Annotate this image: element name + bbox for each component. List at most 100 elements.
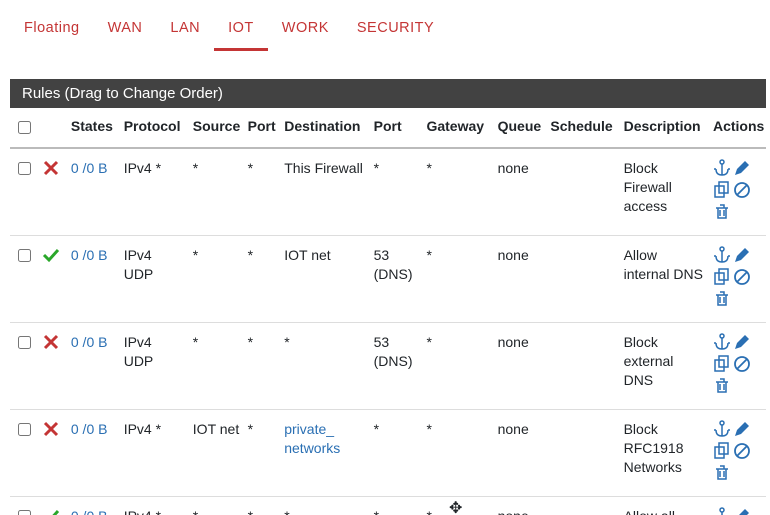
copy-icon[interactable] [713, 268, 731, 288]
status-cell [38, 410, 66, 497]
queue-cell: none [494, 323, 547, 410]
rules-panel-header: Rules (Drag to Change Order) [10, 79, 766, 108]
actions-cell [709, 323, 766, 410]
table-row[interactable]: 0 /0 BIPv4 *IOT net*private_ networks**n… [10, 410, 766, 497]
port2-cell: 53 (DNS) [370, 236, 423, 323]
states-link[interactable]: 0 /0 B [71, 421, 108, 437]
copy-icon[interactable] [713, 355, 731, 375]
status-cell [38, 236, 66, 323]
gateway-cell: * [422, 148, 493, 236]
queue-cell: none [494, 236, 547, 323]
gateway-cell: * [422, 410, 493, 497]
description-cell: Allow internal DNS [620, 236, 709, 323]
disable-icon[interactable] [733, 268, 751, 288]
anchor-icon[interactable] [713, 246, 731, 266]
table-row[interactable]: 0 /0 BIPv4 ******noneAllow all traffic [10, 497, 766, 515]
trash-icon[interactable] [713, 203, 731, 223]
protocol-cell: IPv4 * [120, 497, 189, 515]
anchor-icon[interactable] [713, 333, 731, 353]
schedule-cell [546, 323, 619, 410]
row-checkbox[interactable] [18, 510, 31, 515]
states-link[interactable]: 0 /0 B [71, 160, 108, 176]
description-cell: Block Firewall access [620, 148, 709, 236]
tab-wan[interactable]: WAN [94, 10, 157, 51]
anchor-icon[interactable] [713, 159, 731, 179]
pencil-icon[interactable] [733, 420, 751, 440]
states-header: States [67, 108, 120, 148]
schedule-cell [546, 148, 619, 236]
pencil-icon[interactable] [733, 246, 751, 266]
tab-floating[interactable]: Floating [10, 10, 94, 51]
actions-cell [709, 148, 766, 236]
table-row[interactable]: 0 /0 BIPv4 ***This Firewall**noneBlock F… [10, 148, 766, 236]
status-cell [38, 497, 66, 515]
destination-link[interactable]: private_ networks [284, 421, 340, 456]
table-row[interactable]: 0 /0 BIPv4 UDP***53 (DNS)*noneBlock exte… [10, 323, 766, 410]
destination-cell: private_ networks [280, 410, 369, 497]
source-cell: * [189, 497, 244, 515]
row-checkbox-cell [10, 148, 38, 236]
states-cell: 0 /0 B [67, 236, 120, 323]
disable-icon[interactable] [733, 181, 751, 201]
states-cell: 0 /0 B [67, 410, 120, 497]
protocol-cell: IPv4 UDP [120, 323, 189, 410]
row-checkbox[interactable] [18, 162, 31, 175]
tab-lan[interactable]: LAN [156, 10, 214, 51]
source-header: Source [189, 108, 244, 148]
trash-icon[interactable] [713, 464, 731, 484]
row-checkbox[interactable] [18, 249, 31, 262]
row-checkbox[interactable] [18, 423, 31, 436]
copy-icon[interactable] [713, 442, 731, 462]
gateway-header: Gateway [422, 108, 493, 148]
queue-cell: none [494, 410, 547, 497]
states-link[interactable]: 0 /0 B [71, 247, 108, 263]
anchor-icon[interactable] [713, 507, 731, 515]
port1-cell: * [244, 323, 281, 410]
tab-work[interactable]: WORK [268, 10, 343, 51]
destination-header: Destination [280, 108, 369, 148]
queue-header: Queue [494, 108, 547, 148]
trash-icon[interactable] [713, 377, 731, 397]
x-icon [42, 338, 60, 354]
trash-icon[interactable] [713, 290, 731, 310]
disable-icon[interactable] [733, 355, 751, 375]
pencil-icon[interactable] [733, 159, 751, 179]
rules-table: States Protocol Source Port Destination … [10, 108, 766, 515]
protocol-cell: IPv4 * [120, 148, 189, 236]
description-cell: Allow all traffic [620, 497, 709, 515]
row-checkbox-cell [10, 323, 38, 410]
queue-cell: none [494, 148, 547, 236]
schedule-cell [546, 236, 619, 323]
select-all-checkbox[interactable] [18, 121, 31, 134]
states-cell: 0 /0 B [67, 148, 120, 236]
states-link[interactable]: 0 /0 B [71, 508, 108, 515]
port2-cell: 53 (DNS) [370, 323, 423, 410]
status-header [38, 108, 66, 148]
anchor-icon[interactable] [713, 420, 731, 440]
actions-cell [709, 236, 766, 323]
states-cell: 0 /0 B [67, 323, 120, 410]
pencil-icon[interactable] [733, 507, 751, 515]
pencil-icon[interactable] [733, 333, 751, 353]
states-cell: 0 /0 B [67, 497, 120, 515]
states-link[interactable]: 0 /0 B [71, 334, 108, 350]
interface-tabs: FloatingWANLANIOTWORKSECURITY [10, 10, 766, 51]
row-checkbox[interactable] [18, 336, 31, 349]
schedule-header: Schedule [546, 108, 619, 148]
port1-cell: * [244, 236, 281, 323]
disable-icon[interactable] [733, 442, 751, 462]
schedule-cell [546, 497, 619, 515]
source-cell: * [189, 236, 244, 323]
copy-icon[interactable] [713, 181, 731, 201]
port2-cell: * [370, 148, 423, 236]
port2-cell: * [370, 497, 423, 515]
row-checkbox-cell [10, 236, 38, 323]
move-cursor-icon: ✥ [449, 498, 462, 515]
tab-iot[interactable]: IOT [214, 10, 268, 51]
source-cell: * [189, 148, 244, 236]
x-icon [42, 164, 60, 180]
tab-security[interactable]: SECURITY [343, 10, 448, 51]
row-checkbox-cell [10, 497, 38, 515]
table-row[interactable]: 0 /0 BIPv4 UDP**IOT net53 (DNS)*noneAllo… [10, 236, 766, 323]
source-cell: * [189, 323, 244, 410]
